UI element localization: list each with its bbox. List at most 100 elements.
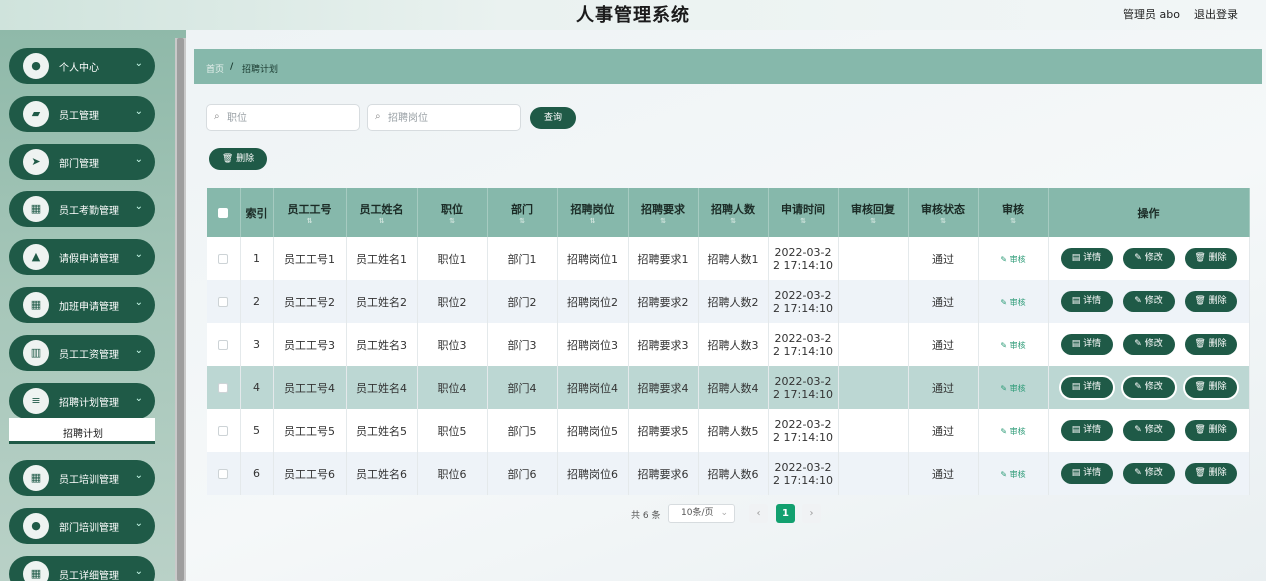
col-header-reply[interactable]: 审核回复 ⇅ — [838, 188, 909, 237]
sidebar-item-3[interactable]: ➤ 部门管理 ⌄ — [9, 144, 155, 180]
row-checkbox[interactable] — [218, 340, 229, 350]
sort-icon[interactable]: ⇅ — [911, 217, 976, 225]
next-page-button[interactable]: › — [802, 504, 821, 523]
col-header-position[interactable]: 职位 ⇅ — [417, 188, 488, 237]
table-row[interactable]: 4 员工工号4 员工姓名4 职位4 部门4 招聘岗位4 招聘要求4 招聘人数4 2022-03-… — [207, 366, 1250, 409]
row-select-cell[interactable] — [207, 323, 241, 366]
delete-button[interactable]: 🗑 删除 — [1184, 420, 1237, 441]
row-select-cell[interactable] — [207, 366, 241, 409]
sidebar-item-10[interactable]: ● 部门培训管理 ⌄ — [9, 508, 155, 544]
col-header-emp-no[interactable]: 员工工号 ⇅ — [273, 188, 347, 237]
table-row[interactable]: 3 员工工号3 员工姓名3 职位3 部门3 招聘岗位3 招聘要求3 招聘人数3 2022-03-… — [207, 323, 1250, 366]
sidebar-subitem-recruitment-plan[interactable]: 招聘计划 — [9, 418, 155, 444]
delete-button[interactable]: 🗑 删除 — [1184, 248, 1237, 269]
edit-icon: ✎ — [1134, 468, 1145, 478]
cell-emp-no: 员工工号3 — [273, 323, 347, 366]
sort-icon[interactable]: ⇅ — [349, 217, 415, 225]
position-search-input[interactable] — [227, 109, 355, 127]
page-1-button[interactable]: 1 — [776, 504, 795, 523]
detail-button[interactable]: ▤ 详情 — [1060, 377, 1113, 398]
select-all-checkbox[interactable] — [218, 208, 229, 218]
cell-emp-name: 员工姓名4 — [346, 366, 418, 409]
sort-icon[interactable]: ⇅ — [420, 217, 485, 225]
col-header-post[interactable]: 招聘岗位 ⇅ — [557, 188, 629, 237]
sort-icon[interactable]: ⇅ — [276, 217, 344, 225]
edit-button[interactable]: ✎ 修改 — [1122, 291, 1175, 312]
detail-button[interactable]: ▤ 详情 — [1060, 248, 1113, 269]
sidebar-item-9[interactable]: ▦ 员工培训管理 ⌄ — [9, 460, 155, 496]
edit-icon: ✎ — [1134, 425, 1145, 435]
row-select-cell[interactable] — [207, 237, 241, 280]
detail-button[interactable]: ▤ 详情 — [1060, 334, 1113, 355]
recruit-post-search-field[interactable]: ⌕ — [367, 104, 521, 131]
sort-icon[interactable]: ⇅ — [841, 217, 906, 225]
recruit-post-search-input[interactable] — [388, 109, 516, 127]
sort-icon[interactable]: ⇅ — [701, 217, 766, 225]
delete-button[interactable]: 🗑 删除 — [1184, 377, 1237, 398]
sidebar-item-2[interactable]: ▰ 员工管理 ⌄ — [9, 96, 155, 132]
table-row[interactable]: 1 员工工号1 员工姓名1 职位1 部门1 招聘岗位1 招聘要求1 招聘人数1 2022-03-… — [207, 237, 1250, 280]
row-checkbox[interactable] — [218, 254, 229, 264]
breadcrumb-current: 招聘计划 — [242, 65, 279, 75]
page-size-select[interactable]: 10条/页 ⌄ — [668, 504, 735, 523]
table-row[interactable]: 6 员工工号6 员工姓名6 职位6 部门6 招聘岗位6 招聘要求6 招聘人数6 2022-03-… — [207, 452, 1250, 495]
cell-apply-time: 2022-03-2 2 17:14:10 — [768, 323, 839, 366]
col-header-time[interactable]: 申请时间 ⇅ — [768, 188, 839, 237]
row-checkbox[interactable] — [218, 469, 229, 479]
row-select-cell[interactable] — [207, 452, 241, 495]
sidebar-scrollbar[interactable] — [175, 38, 186, 581]
audit-link[interactable]: ✎ 审核 — [1000, 470, 1025, 479]
col-header-audit[interactable]: 审核 ⇅ — [978, 188, 1049, 237]
col-header-req[interactable]: 招聘要求 ⇅ — [628, 188, 699, 237]
col-header-dept[interactable]: 部门 ⇅ — [487, 188, 558, 237]
trash-icon: 🗑 — [1194, 468, 1209, 478]
query-button[interactable]: 查询 — [530, 107, 576, 129]
delete-button[interactable]: 🗑 删除 — [1184, 291, 1237, 312]
delete-button[interactable]: 🗑 删除 — [1184, 463, 1237, 484]
audit-link[interactable]: ✎ 审核 — [1000, 341, 1025, 350]
sidebar-item-5[interactable]: ▲ 请假申请管理 ⌄ — [9, 239, 155, 275]
edit-button[interactable]: ✎ 修改 — [1122, 420, 1175, 441]
delete-button[interactable]: 🗑 删除 — [1184, 334, 1237, 355]
row-select-cell[interactable] — [207, 409, 241, 452]
row-checkbox[interactable] — [218, 426, 229, 436]
breadcrumb-home[interactable]: 首页 — [206, 62, 224, 75]
cell-status: 通过 — [908, 452, 979, 495]
sidebar-item-6[interactable]: ▦ 加班申请管理 ⌄ — [9, 287, 155, 323]
audit-link[interactable]: ✎ 审核 — [1000, 255, 1025, 264]
edit-button[interactable]: ✎ 修改 — [1122, 463, 1175, 484]
audit-link[interactable]: ✎ 审核 — [1000, 427, 1025, 436]
sort-icon[interactable]: ⇅ — [560, 217, 626, 225]
edit-button[interactable]: ✎ 修改 — [1122, 248, 1175, 269]
detail-button[interactable]: ▤ 详情 — [1060, 463, 1113, 484]
row-checkbox[interactable] — [218, 383, 229, 393]
col-header-status[interactable]: 审核状态 ⇅ — [908, 188, 979, 237]
sort-icon[interactable]: ⇅ — [981, 217, 1046, 225]
sidebar-item-1[interactable]: ● 个人中心 ⌄ — [9, 48, 155, 84]
table-row[interactable]: 5 员工工号5 员工姓名5 职位5 部门5 招聘岗位5 招聘要求5 招聘人数5 2022-03-… — [207, 409, 1250, 452]
edit-button[interactable]: ✎ 修改 — [1122, 334, 1175, 355]
detail-button[interactable]: ▤ 详情 — [1060, 291, 1113, 312]
position-search-field[interactable]: ⌕ — [206, 104, 360, 131]
row-select-cell[interactable] — [207, 280, 241, 323]
logout-link[interactable]: 退出登录 — [1194, 6, 1238, 22]
sort-icon[interactable]: ⇅ — [631, 217, 696, 225]
scrollbar-thumb[interactable] — [177, 38, 184, 581]
col-header-count[interactable]: 招聘人数 ⇅ — [698, 188, 769, 237]
row-checkbox[interactable] — [218, 297, 229, 307]
sidebar-item-7[interactable]: ▥ 员工工资管理 ⌄ — [9, 335, 155, 371]
detail-button[interactable]: ▤ 详情 — [1060, 420, 1113, 441]
audit-link[interactable]: ✎ 审核 — [1000, 384, 1025, 393]
batch-delete-button[interactable]: 🗑 删除 — [209, 148, 267, 170]
col-header-emp-name[interactable]: 员工姓名 ⇅ — [346, 188, 418, 237]
sidebar-item-4[interactable]: ▦ 员工考勤管理 ⌄ — [9, 191, 155, 227]
sidebar-item-11[interactable]: ▦ 员工详细管理 ⌄ — [9, 556, 155, 581]
prev-page-button[interactable]: ‹ — [749, 504, 768, 523]
select-all-header[interactable] — [207, 188, 241, 237]
table-row[interactable]: 2 员工工号2 员工姓名2 职位2 部门2 招聘岗位2 招聘要求2 招聘人数2 2022-03-… — [207, 280, 1250, 323]
sidebar-item-8[interactable]: ≡ 招聘计划管理 ⌄ — [9, 383, 155, 419]
audit-link[interactable]: ✎ 审核 — [1000, 298, 1025, 307]
sort-icon[interactable]: ⇅ — [771, 217, 836, 225]
edit-button[interactable]: ✎ 修改 — [1122, 377, 1175, 398]
sort-icon[interactable]: ⇅ — [490, 217, 555, 225]
